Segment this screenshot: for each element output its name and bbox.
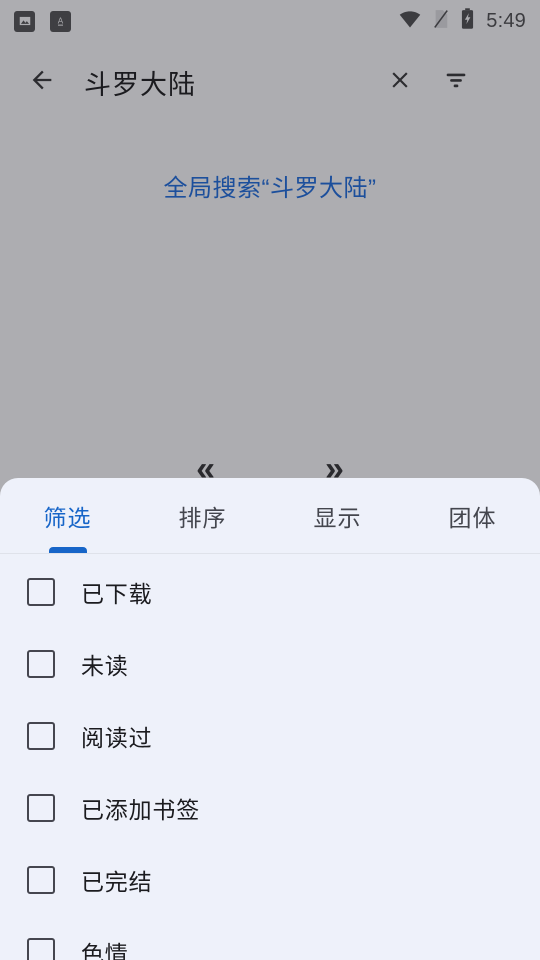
svg-text:A: A [58,16,64,25]
close-icon [387,67,413,98]
tab-display-label: 显示 [313,504,362,531]
filter-row-unread[interactable]: 未读 [0,628,540,700]
filter-label-bookmarked: 已添加书签 [81,797,200,823]
arrow-back-icon [28,66,56,99]
image-icon [14,10,35,32]
tab-sort[interactable]: 排序 [135,478,270,553]
filter-row-completed[interactable]: 已完结 [0,844,540,916]
filter-row-adult[interactable]: 色情 [0,916,540,960]
filter-label-completed: 已完结 [81,869,153,895]
wifi-icon [399,10,421,33]
library-content-area: 全局搜索“斗罗大陆” « » [0,122,540,486]
tab-sort-label: 排序 [178,504,227,531]
filter-option-list: 已下载 未读 阅读过 已添加书签 已完结 色情 [0,554,540,960]
checkbox-downloaded[interactable] [27,578,55,606]
filter-list-icon [442,66,470,99]
checkbox-completed[interactable] [27,866,55,894]
checkbox-bookmarked[interactable] [27,794,55,822]
filter-bottom-sheet: 筛选 排序 显示 团体 已下载 未读 阅读过 已添加书签 已完结 色情 [0,478,540,960]
filter-row-started[interactable]: 阅读过 [0,700,540,772]
status-system-icons: 5:49 [399,8,526,34]
filter-button[interactable] [428,54,484,110]
checkbox-unread[interactable] [27,650,55,678]
battery-charging-icon [461,8,474,34]
status-bar: A 5:49 [0,0,540,42]
overflow-menu-button[interactable] [484,54,532,110]
filter-label-unread: 未读 [81,653,129,679]
tab-group[interactable]: 团体 [405,478,540,553]
filter-label-adult: 色情 [81,941,129,960]
filter-row-downloaded[interactable]: 已下载 [0,556,540,628]
back-button[interactable] [14,54,70,110]
filter-label-started: 阅读过 [81,725,153,751]
sheet-tab-bar: 筛选 排序 显示 团体 [0,478,540,553]
status-notification-icons: A [14,10,71,32]
tab-group-label: 团体 [448,504,497,531]
app-screen: A 5:49 斗罗大陆 全局搜索“斗罗大陆” « » 筛选 排序 显示 团体 已… [0,0,540,960]
checkbox-adult[interactable] [27,938,55,960]
app-toolbar: 斗罗大陆 [0,42,540,122]
close-button[interactable] [372,54,428,110]
tab-active-indicator [48,547,87,553]
filter-label-downloaded: 已下载 [81,581,153,607]
tab-filter-label: 筛选 [43,504,92,531]
no-sim-icon [433,9,449,34]
translate-a-icon: A [50,10,71,32]
checkbox-started[interactable] [27,722,55,750]
page-title: 斗罗大陆 [84,69,196,100]
tab-display[interactable]: 显示 [270,478,405,553]
tab-filter[interactable]: 筛选 [0,478,135,553]
global-search-link[interactable]: 全局搜索“斗罗大陆” [0,168,540,203]
toolbar-actions [372,54,540,110]
filter-row-bookmarked[interactable]: 已添加书签 [0,772,540,844]
status-clock: 5:49 [486,9,526,32]
